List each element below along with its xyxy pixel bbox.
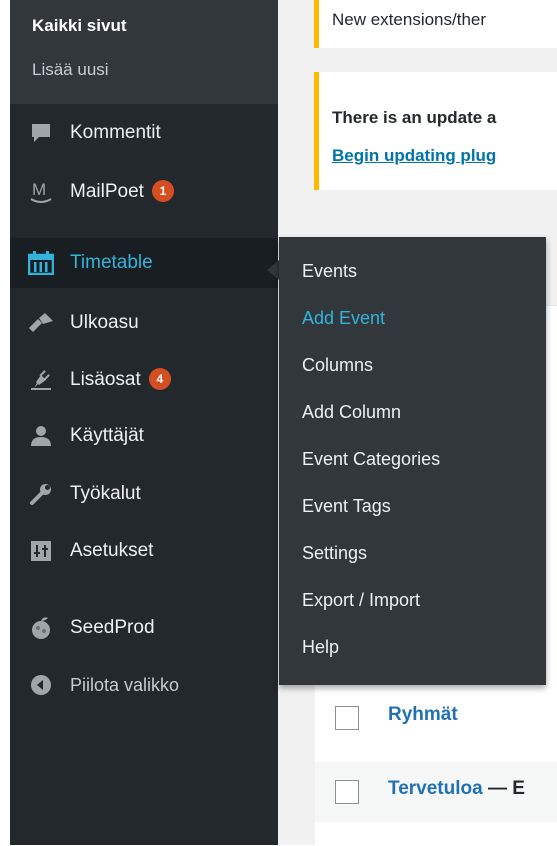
flyout-item-event-categories[interactable]: Event Categories xyxy=(302,449,440,470)
flyout-item-help[interactable]: Help xyxy=(302,637,339,658)
svg-text:M: M xyxy=(32,180,46,199)
flyout-item-export-import[interactable]: Export / Import xyxy=(302,590,420,611)
users-icon xyxy=(28,423,54,449)
update-count-badge: 4 xyxy=(148,367,171,390)
comment-icon xyxy=(28,120,54,146)
sidebar-item-appearance[interactable]: Ulkoasu xyxy=(10,298,278,348)
sidebar-item-comments[interactable]: Kommentit xyxy=(10,108,278,158)
sidebar-item-mailpoet[interactable]: M MailPoet 1 xyxy=(10,166,278,216)
pages-submenu: Kaikki sivut Lisää uusi xyxy=(10,0,278,104)
flyout-item-columns[interactable]: Columns xyxy=(302,355,373,376)
submenu-add-new[interactable]: Lisää uusi xyxy=(32,60,109,80)
sidebar-item-users[interactable]: Käyttäjät xyxy=(10,411,278,461)
sidebar-item-label: Kommentit xyxy=(70,122,161,143)
paintbrush-icon xyxy=(28,310,54,336)
sidebar-item-settings[interactable]: Asetukset xyxy=(10,526,278,576)
flyout-item-add-event[interactable]: Add Event xyxy=(302,308,385,329)
calendar-icon xyxy=(28,250,54,276)
sidebar-item-label: Timetable xyxy=(70,252,153,273)
admin-sidebar: Kaikki sivut Lisää uusi Kommentit M Mail… xyxy=(10,0,278,845)
extensions-notice-text: New extensions/ther xyxy=(332,10,487,29)
row-title-link[interactable]: Tervetuloa — E xyxy=(388,778,525,800)
begin-updating-link[interactable]: Begin updating plug xyxy=(332,146,496,166)
sidebar-item-label: MailPoet 1 xyxy=(70,179,174,203)
flyout-item-add-column[interactable]: Add Column xyxy=(302,402,401,423)
flyout-item-settings[interactable]: Settings xyxy=(302,543,367,564)
sidebar-item-label: SeedProd xyxy=(70,617,155,638)
flyout-pointer xyxy=(267,260,279,280)
seedprod-icon xyxy=(28,615,54,641)
sidebar-item-label: Käyttäjät xyxy=(70,425,144,446)
table-row[interactable]: Tervetuloa — E xyxy=(315,762,557,822)
row-checkbox[interactable] xyxy=(335,706,359,730)
mailpoet-icon: M xyxy=(28,178,54,204)
flyout-item-events[interactable]: Events xyxy=(302,261,357,282)
sidebar-item-timetable[interactable]: Timetable xyxy=(10,238,278,288)
sidebar-item-seedprod[interactable]: SeedProd xyxy=(10,603,278,653)
update-notice xyxy=(314,72,557,190)
sidebar-item-label: Työkalut xyxy=(70,483,141,504)
row-title-link[interactable]: Ryhmät xyxy=(388,704,458,726)
submenu-all-pages[interactable]: Kaikki sivut xyxy=(32,16,127,36)
sidebar-item-label: Piilota valikko xyxy=(70,674,180,695)
timetable-flyout-menu: Events Add Event Columns Add Column Even… xyxy=(279,237,546,685)
sidebar-item-label: Asetukset xyxy=(70,540,154,561)
plugin-icon xyxy=(28,366,54,392)
update-count-badge: 1 xyxy=(151,179,174,202)
table-row[interactable]: Ryhmät xyxy=(315,688,557,748)
sidebar-item-plugins[interactable]: Lisäosat 4 xyxy=(10,354,278,404)
row-checkbox[interactable] xyxy=(335,780,359,804)
update-notice-text: There is an update a xyxy=(332,108,497,127)
collapse-arrow-icon xyxy=(28,672,54,698)
wrench-icon xyxy=(28,481,54,507)
settings-sliders-icon xyxy=(28,538,54,564)
flyout-item-event-tags[interactable]: Event Tags xyxy=(302,496,391,517)
collapse-menu-button[interactable]: Piilota valikko xyxy=(10,660,278,710)
sidebar-item-label: Lisäosat 4 xyxy=(70,367,171,391)
sidebar-item-tools[interactable]: Työkalut xyxy=(10,469,278,519)
sidebar-item-label: Ulkoasu xyxy=(70,312,139,333)
